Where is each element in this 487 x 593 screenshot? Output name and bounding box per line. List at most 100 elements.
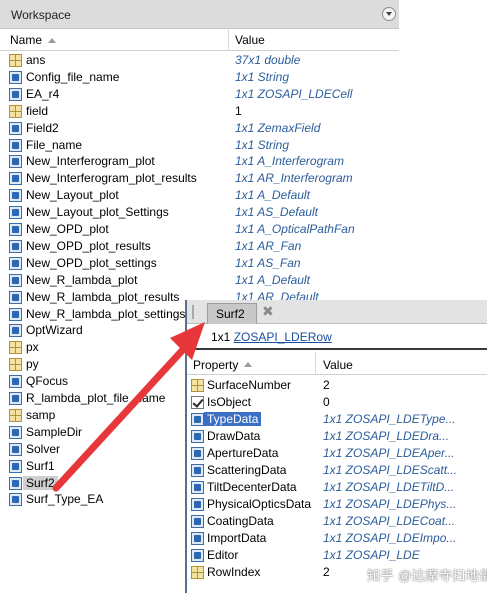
variable-value: 1x1 ZOSAPI_LDECell [235,86,353,101]
object-icon [9,375,22,389]
property-row[interactable]: ImportData 1x1 ZOSAPI_LDEImpo... [187,530,487,547]
variable-name: New_R_lambda_plot_settings [26,306,186,321]
property-name: SurfaceNumber [207,378,292,392]
value-column-header[interactable]: Value [323,358,353,372]
workspace-row[interactable]: New_R_lambda_plot 1x1 A_Default [0,272,399,289]
property-column-header[interactable]: Property [193,358,238,372]
property-row[interactable]: Editor 1x1 ZOSAPI_LDE [187,547,487,564]
property-row[interactable]: DrawData 1x1 ZOSAPI_LDEDra... [187,428,487,445]
property-row[interactable]: TiltDecenterData 1x1 ZOSAPI_LDETiltD... [187,479,487,496]
property-name: ScatteringData [207,463,287,477]
variable-value: 1x1 A_Default [235,272,310,287]
variable-value: 1x1 String [235,69,290,84]
variable-name: File_name [26,137,83,152]
object-icon [191,532,204,545]
object-icon [9,290,22,304]
workspace-row[interactable]: File_name 1x1 String [0,137,399,154]
workspace-row[interactable]: New_Interferogram_plot 1x1 A_Interferogra… [0,153,399,170]
object-icon [9,493,22,507]
variable-name: QFocus [26,374,69,389]
workspace-row[interactable]: New_Layout_plot_Settings 1x1 AS_Default [0,204,399,221]
variable-name: Surf1 [26,458,55,473]
variable-name: New_OPD_plot_settings [26,255,157,270]
variable-value: 1x1 ZemaxField [235,120,321,135]
property-row[interactable]: CoatingData 1x1 ZOSAPI_LDECoat... [187,513,487,530]
workspace-row[interactable]: Config_file_name 1x1 String [0,69,399,86]
object-icon [9,155,22,169]
value-column-header[interactable]: Value [235,33,265,47]
object-icon [191,481,204,494]
property-row[interactable]: ApertureData 1x1 ZOSAPI_LDEAper... [187,445,487,462]
property-name: ImportData [207,531,267,545]
variable-editor-tabbar: Surf2 ✖ [187,300,487,324]
property-name: DrawData [207,429,261,443]
workspace-title: Workspace [11,8,71,22]
workspace-row[interactable]: Field2 1x1 ZemaxField [0,120,399,137]
object-icon [191,430,204,443]
variable-editor-panel: Surf2 ✖ 1x1 ZOSAPI_LDERow Property Value… [185,300,487,593]
variable-value: 1x1 A_Default [235,188,310,203]
variable-name: ans [26,53,46,67]
variable-name: New_Interferogram_plot_results [26,171,197,186]
object-icon [9,392,22,405]
variable-value: 1x1 AS_Fan [235,255,301,270]
workspace-row[interactable]: New_OPD_plot_settings 1x1 AS_Fan [0,255,399,272]
sort-ascending-icon[interactable] [244,362,252,367]
variable-name: New_OPD_plot [26,222,109,236]
property-row[interactable]: TypeData 1x1 ZOSAPI_LDEType... [187,411,487,428]
close-icon[interactable]: ✖ [262,303,274,320]
property-row[interactable]: ScatteringData 1x1 ZOSAPI_LDEScatt... [187,462,487,479]
object-icon [9,189,22,203]
workspace-menu-icon[interactable] [382,7,396,21]
property-name: IsObject [207,395,252,409]
property-row[interactable]: IsObject 0 [187,394,487,411]
column-divider[interactable] [228,29,229,51]
variable-value: 1x1 AR_Fan [235,238,302,253]
sort-ascending-icon[interactable] [48,38,56,43]
property-row[interactable]: SurfaceNumber 2 [187,377,487,394]
checkbox-icon [191,396,204,409]
variable-name: R_lambda_plot_file_name [26,391,166,405]
object-icon [191,498,204,511]
object-icon [191,515,204,528]
object-icon [9,256,22,270]
variable-value: 1x1 String [235,137,290,152]
object-icon [9,223,22,236]
numeric-array-icon [9,358,22,372]
numeric-array-icon [9,408,22,422]
variable-value: 1x1 AS_Default [235,205,318,220]
variable-value: 37x1 double [235,53,301,67]
object-icon [9,87,22,101]
workspace-row[interactable]: New_OPD_plot_results 1x1 AR_Fan [0,238,399,255]
variable-name: New_Layout_plot_Settings [26,205,169,220]
object-icon [191,464,204,477]
variable-name: Solver [26,441,61,456]
property-name: TypeData [204,412,262,426]
workspace-row[interactable]: EA_r4 1x1 ZOSAPI_LDECell [0,86,399,103]
workspace-row[interactable]: ans 37x1 double [0,52,399,69]
property-value: 2 [323,565,330,579]
property-name: PhysicalOpticsData [207,497,312,511]
numeric-array-icon [9,341,22,355]
property-value: 2 [323,378,330,392]
tab-surf2[interactable]: Surf2 [207,303,257,324]
object-icon [9,307,22,321]
workspace-row[interactable]: New_Layout_plot 1x1 A_Default [0,187,399,204]
workspace-row[interactable]: New_Interferogram_plot_results 1x1 AR_Int… [0,170,399,187]
class-name-link[interactable]: ZOSAPI_LDERow [234,330,332,344]
workspace-row[interactable]: field 1 [0,103,399,120]
object-icon [9,121,22,135]
object-icon [9,138,22,152]
property-name: TiltDecenterData [207,480,297,494]
name-column-header[interactable]: Name [10,33,42,47]
object-icon [191,549,204,562]
workspace-row[interactable]: New_OPD_plot 1x1 A_OpticalPathFan [0,221,399,238]
column-divider[interactable] [315,352,316,375]
property-row[interactable]: PhysicalOpticsData 1x1 ZOSAPI_LDEPhys... [187,496,487,513]
drag-handle-icon[interactable] [192,305,194,319]
property-value: 1x1 ZOSAPI_LDEDra... [323,429,450,443]
variable-value: 1x1 A_OpticalPathFan [235,222,355,236]
divider [187,348,487,350]
property-name: Editor [207,548,239,562]
variable-name: samp [26,407,56,422]
